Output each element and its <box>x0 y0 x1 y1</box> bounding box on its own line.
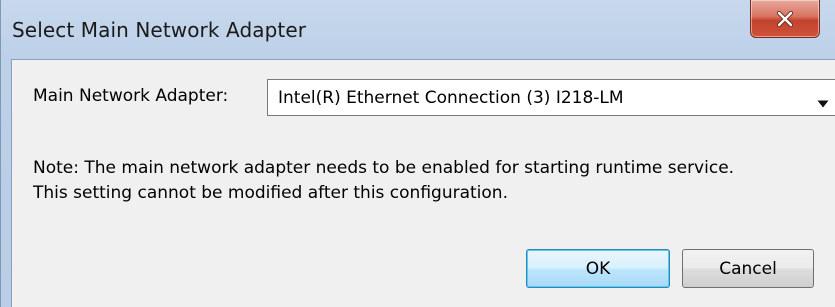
adapter-dropdown-value: Intel(R) Ethernet Connection (3) I218-LM <box>278 88 624 108</box>
ok-button[interactable]: OK <box>526 249 670 288</box>
close-button[interactable] <box>750 0 820 38</box>
note-text-line-2: This setting cannot be modified after th… <box>33 183 508 203</box>
close-icon <box>776 10 794 27</box>
dialog-content: Main Network Adapter: Intel(R) Ethernet … <box>11 59 835 307</box>
note-text-line-1: Note: The main network adapter needs to … <box>33 158 735 178</box>
title-bar[interactable]: Select Main Network Adapter <box>1 0 835 60</box>
adapter-dropdown[interactable]: Intel(R) Ethernet Connection (3) I218-LM <box>267 79 835 116</box>
adapter-label: Main Network Adapter: <box>33 86 229 106</box>
window-title: Select Main Network Adapter <box>12 18 307 42</box>
cancel-button[interactable]: Cancel <box>682 249 814 288</box>
dialog-window: Select Main Network Adapter Main Network… <box>0 0 835 307</box>
chevron-down-icon[interactable] <box>817 93 829 112</box>
